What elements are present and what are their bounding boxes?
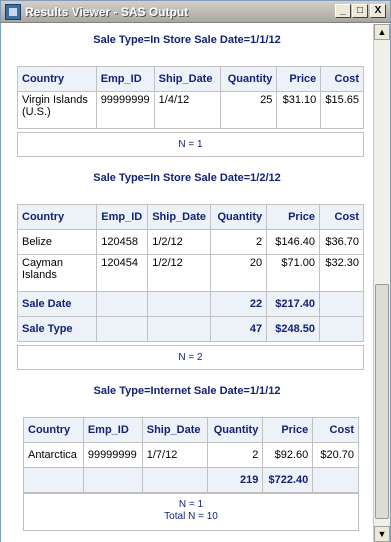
n-count: N = 2 <box>17 345 364 370</box>
column-header-cost: Cost <box>320 66 364 92</box>
cell-ship-date: 1/2/12 <box>147 229 212 255</box>
summary-empty-cell <box>141 467 208 493</box>
column-header-price: Price <box>276 66 322 92</box>
summary-row: 219 $722.40 <box>23 467 359 493</box>
column-header-emp-id: Emp_ID <box>95 66 155 92</box>
n-count-text: N = 1 <box>178 499 204 510</box>
summary-row: Sale Date 22 $217.40 <box>16 291 364 317</box>
column-header-country: Country <box>16 204 98 230</box>
summary-quantity: 22 <box>210 291 268 317</box>
column-header-ship-date: Ship_Date <box>147 204 212 230</box>
cell-emp-id: 99999999 <box>95 91 155 129</box>
summary-label <box>23 467 84 493</box>
results-viewer-window: Results Viewer - SAS Output _ □ X Sale T… <box>0 0 391 542</box>
cell-quantity: 2 <box>206 442 264 468</box>
output-content: Sale Type=In Store Sale Date=1/1/12 Coun… <box>1 24 373 542</box>
summary-label: Sale Date <box>16 291 98 317</box>
cell-emp-id: 120454 <box>96 254 149 292</box>
cell-emp-id: 120458 <box>96 229 149 255</box>
n-count: N = 1 Total N = 10 <box>23 493 359 531</box>
table-row: Virgin Islands (U.S.) 99999999 1/4/12 25… <box>17 91 364 129</box>
cell-country: Antarctica <box>23 442 84 468</box>
summary-empty-cell <box>96 316 149 342</box>
column-header-ship-date: Ship_Date <box>141 417 208 443</box>
summary-price: $217.40 <box>266 291 320 317</box>
cell-quantity: 2 <box>210 229 268 255</box>
section-title: Sale Type=In Store Sale Date=1/2/12 <box>93 172 281 184</box>
column-header-ship-date: Ship_Date <box>153 66 222 92</box>
cell-ship-date: 1/4/12 <box>153 91 222 129</box>
cell-price: $92.60 <box>262 442 314 468</box>
summary-empty-cell <box>312 467 359 493</box>
summary-empty-cell <box>147 291 212 317</box>
results-table: Country Emp_ID Ship_Date Quantity Price … <box>16 204 364 342</box>
cell-price: $146.40 <box>266 229 320 255</box>
summary-empty-cell <box>319 291 364 317</box>
close-button[interactable]: X <box>370 4 386 18</box>
summary-price: $722.40 <box>262 467 314 493</box>
scrollbar-thumb[interactable] <box>375 284 389 519</box>
cell-price: $31.10 <box>276 91 322 129</box>
window-title: Results Viewer - SAS Output <box>25 5 189 19</box>
cell-country: Virgin Islands (U.S.) <box>17 91 97 129</box>
column-header-quantity: Quantity <box>220 66 278 92</box>
title-bar[interactable]: Results Viewer - SAS Output _ □ X <box>1 1 390 23</box>
n-count: N = 1 <box>17 132 364 157</box>
column-header-price: Price <box>262 417 314 443</box>
table-row: Belize 120458 1/2/12 2 $146.40 $36.70 <box>16 229 364 255</box>
cell-ship-date: 1/7/12 <box>141 442 208 468</box>
results-table: Country Emp_ID Ship_Date Quantity Price … <box>17 66 364 129</box>
column-header-cost: Cost <box>312 417 359 443</box>
column-header-quantity: Quantity <box>206 417 264 443</box>
column-header-quantity: Quantity <box>210 204 268 230</box>
scroll-down-arrow-icon[interactable]: ▼ <box>374 526 390 542</box>
cell-emp-id: 99999999 <box>82 442 143 468</box>
summary-row: Sale Type 47 $248.50 <box>16 316 364 342</box>
column-header-country: Country <box>17 66 97 92</box>
column-header-country: Country <box>23 417 84 443</box>
column-header-emp-id: Emp_ID <box>96 204 149 230</box>
column-header-emp-id: Emp_ID <box>82 417 143 443</box>
summary-quantity: 47 <box>210 316 268 342</box>
section-title: Sale Type=In Store Sale Date=1/1/12 <box>93 34 281 46</box>
cell-cost: $32.30 <box>319 254 364 292</box>
cell-ship-date: 1/2/12 <box>147 254 212 292</box>
cell-cost: $36.70 <box>319 229 364 255</box>
sas-window-icon <box>5 4 21 20</box>
vertical-scrollbar[interactable]: ▲ ▼ <box>373 24 390 542</box>
column-header-cost: Cost <box>319 204 364 230</box>
summary-label: Sale Type <box>16 316 98 342</box>
summary-quantity: 219 <box>206 467 264 493</box>
table-row: Antarctica 99999999 1/7/12 2 $92.60 $20.… <box>23 442 359 468</box>
cell-country: Belize <box>16 229 98 255</box>
minimize-button[interactable]: _ <box>335 4 351 18</box>
summary-empty-cell <box>147 316 212 342</box>
total-n-text: Total N = 10 <box>164 511 218 522</box>
scroll-up-arrow-icon[interactable]: ▲ <box>374 24 390 40</box>
cell-price: $71.00 <box>266 254 320 292</box>
column-header-price: Price <box>266 204 320 230</box>
section-title: Sale Type=Internet Sale Date=1/1/12 <box>93 385 281 397</box>
results-table: Country Emp_ID Ship_Date Quantity Price … <box>23 417 359 493</box>
summary-empty-cell <box>82 467 143 493</box>
table-row: Cayman Islands 120454 1/2/12 20 $71.00 $… <box>16 254 364 292</box>
cell-country: Cayman Islands <box>16 254 98 292</box>
maximize-button[interactable]: □ <box>352 4 368 18</box>
cell-quantity: 25 <box>220 91 278 129</box>
summary-empty-cell <box>96 291 149 317</box>
cell-cost: $15.65 <box>320 91 364 129</box>
cell-quantity: 20 <box>210 254 268 292</box>
summary-price: $248.50 <box>266 316 320 342</box>
cell-cost: $20.70 <box>312 442 359 468</box>
summary-empty-cell <box>319 316 364 342</box>
